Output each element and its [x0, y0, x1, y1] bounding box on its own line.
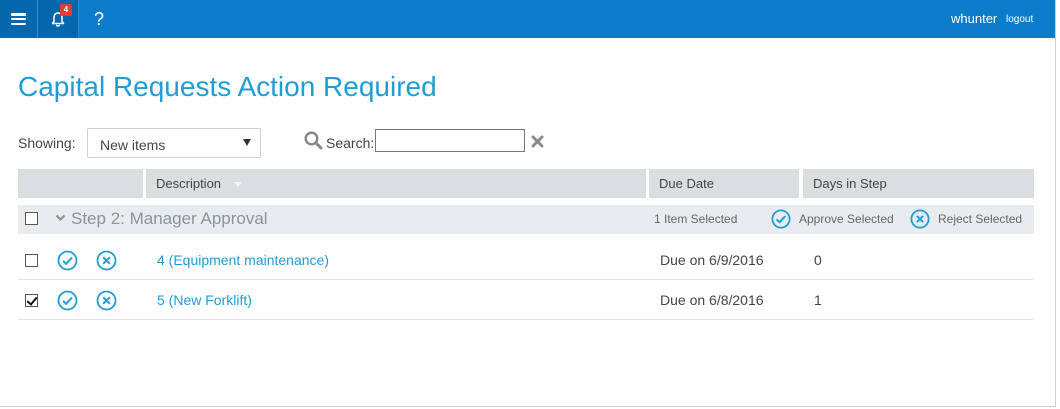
showing-label: Showing:: [18, 135, 76, 151]
check-circle-icon: [771, 209, 791, 229]
menu-icon: [11, 13, 26, 25]
top-bar: 4 ? whunter logout: [0, 0, 1055, 38]
help-button[interactable]: ?: [79, 0, 119, 38]
days-in-step: 0: [814, 252, 822, 268]
sort-desc-icon: [234, 182, 242, 187]
approve-check-icon[interactable]: [57, 290, 78, 311]
x-circle-icon: [910, 209, 930, 229]
row-select-checkbox[interactable]: [25, 254, 38, 267]
showing-select[interactable]: New items: [87, 128, 261, 158]
header-select-column: [18, 169, 143, 198]
approve-check-icon[interactable]: [57, 250, 78, 271]
header-days-in-step-label: Days in Step: [813, 176, 887, 191]
showing-select-value: New items: [100, 137, 166, 153]
menu-button[interactable]: [0, 0, 37, 38]
page-title: Capital Requests Action Required: [18, 71, 437, 102]
header-days-in-step[interactable]: Days in Step: [803, 169, 1034, 198]
request-link[interactable]: 4 (Equipment maintenance): [157, 252, 329, 268]
header-description-label: Description: [156, 176, 222, 191]
approve-selected-label: Approve Selected: [799, 212, 894, 226]
group-select-checkbox[interactable]: [25, 212, 38, 225]
reject-x-icon[interactable]: [96, 250, 117, 271]
caret-down-icon: [243, 139, 251, 146]
notifications-button[interactable]: 4: [38, 0, 78, 38]
reject-selected-button[interactable]: Reject Selected: [910, 207, 1022, 231]
header-due-date-label: Due Date: [659, 176, 714, 191]
search-label: Search:: [326, 135, 375, 151]
notification-badge: 4: [60, 4, 72, 16]
chevron-down-icon[interactable]: [55, 214, 66, 222]
header-description[interactable]: Description: [146, 169, 646, 198]
group-row: Step 2: Manager Approval 1 Item Selected…: [18, 205, 1034, 234]
selected-count: 1 Item Selected: [654, 212, 738, 226]
days-in-step: 1: [814, 292, 822, 308]
request-link[interactable]: 5 (New Forklift): [157, 292, 252, 308]
approve-selected-button[interactable]: Approve Selected: [771, 207, 894, 231]
search-icon: [304, 131, 323, 150]
app-window: 4 ? whunter logout Capital Requests Acti…: [0, 0, 1056, 407]
reject-selected-label: Reject Selected: [938, 212, 1023, 226]
reject-x-icon[interactable]: [96, 290, 117, 311]
table-row: 5 (New Forklift) Due on 6/8/2016 1: [18, 280, 1034, 320]
group-title: Step 2: Manager Approval: [71, 209, 268, 228]
table-row: 4 (Equipment maintenance) Due on 6/9/201…: [18, 240, 1034, 280]
due-date: Due on 6/9/2016: [660, 252, 764, 268]
clear-search-icon[interactable]: [531, 135, 544, 148]
username: whunter: [951, 11, 998, 26]
search-input[interactable]: [375, 129, 525, 152]
row-select-checkbox[interactable]: [25, 294, 38, 307]
due-date: Due on 6/8/2016: [660, 292, 764, 308]
logout-link[interactable]: logout: [1006, 14, 1033, 25]
header-due-date[interactable]: Due Date: [649, 169, 799, 198]
